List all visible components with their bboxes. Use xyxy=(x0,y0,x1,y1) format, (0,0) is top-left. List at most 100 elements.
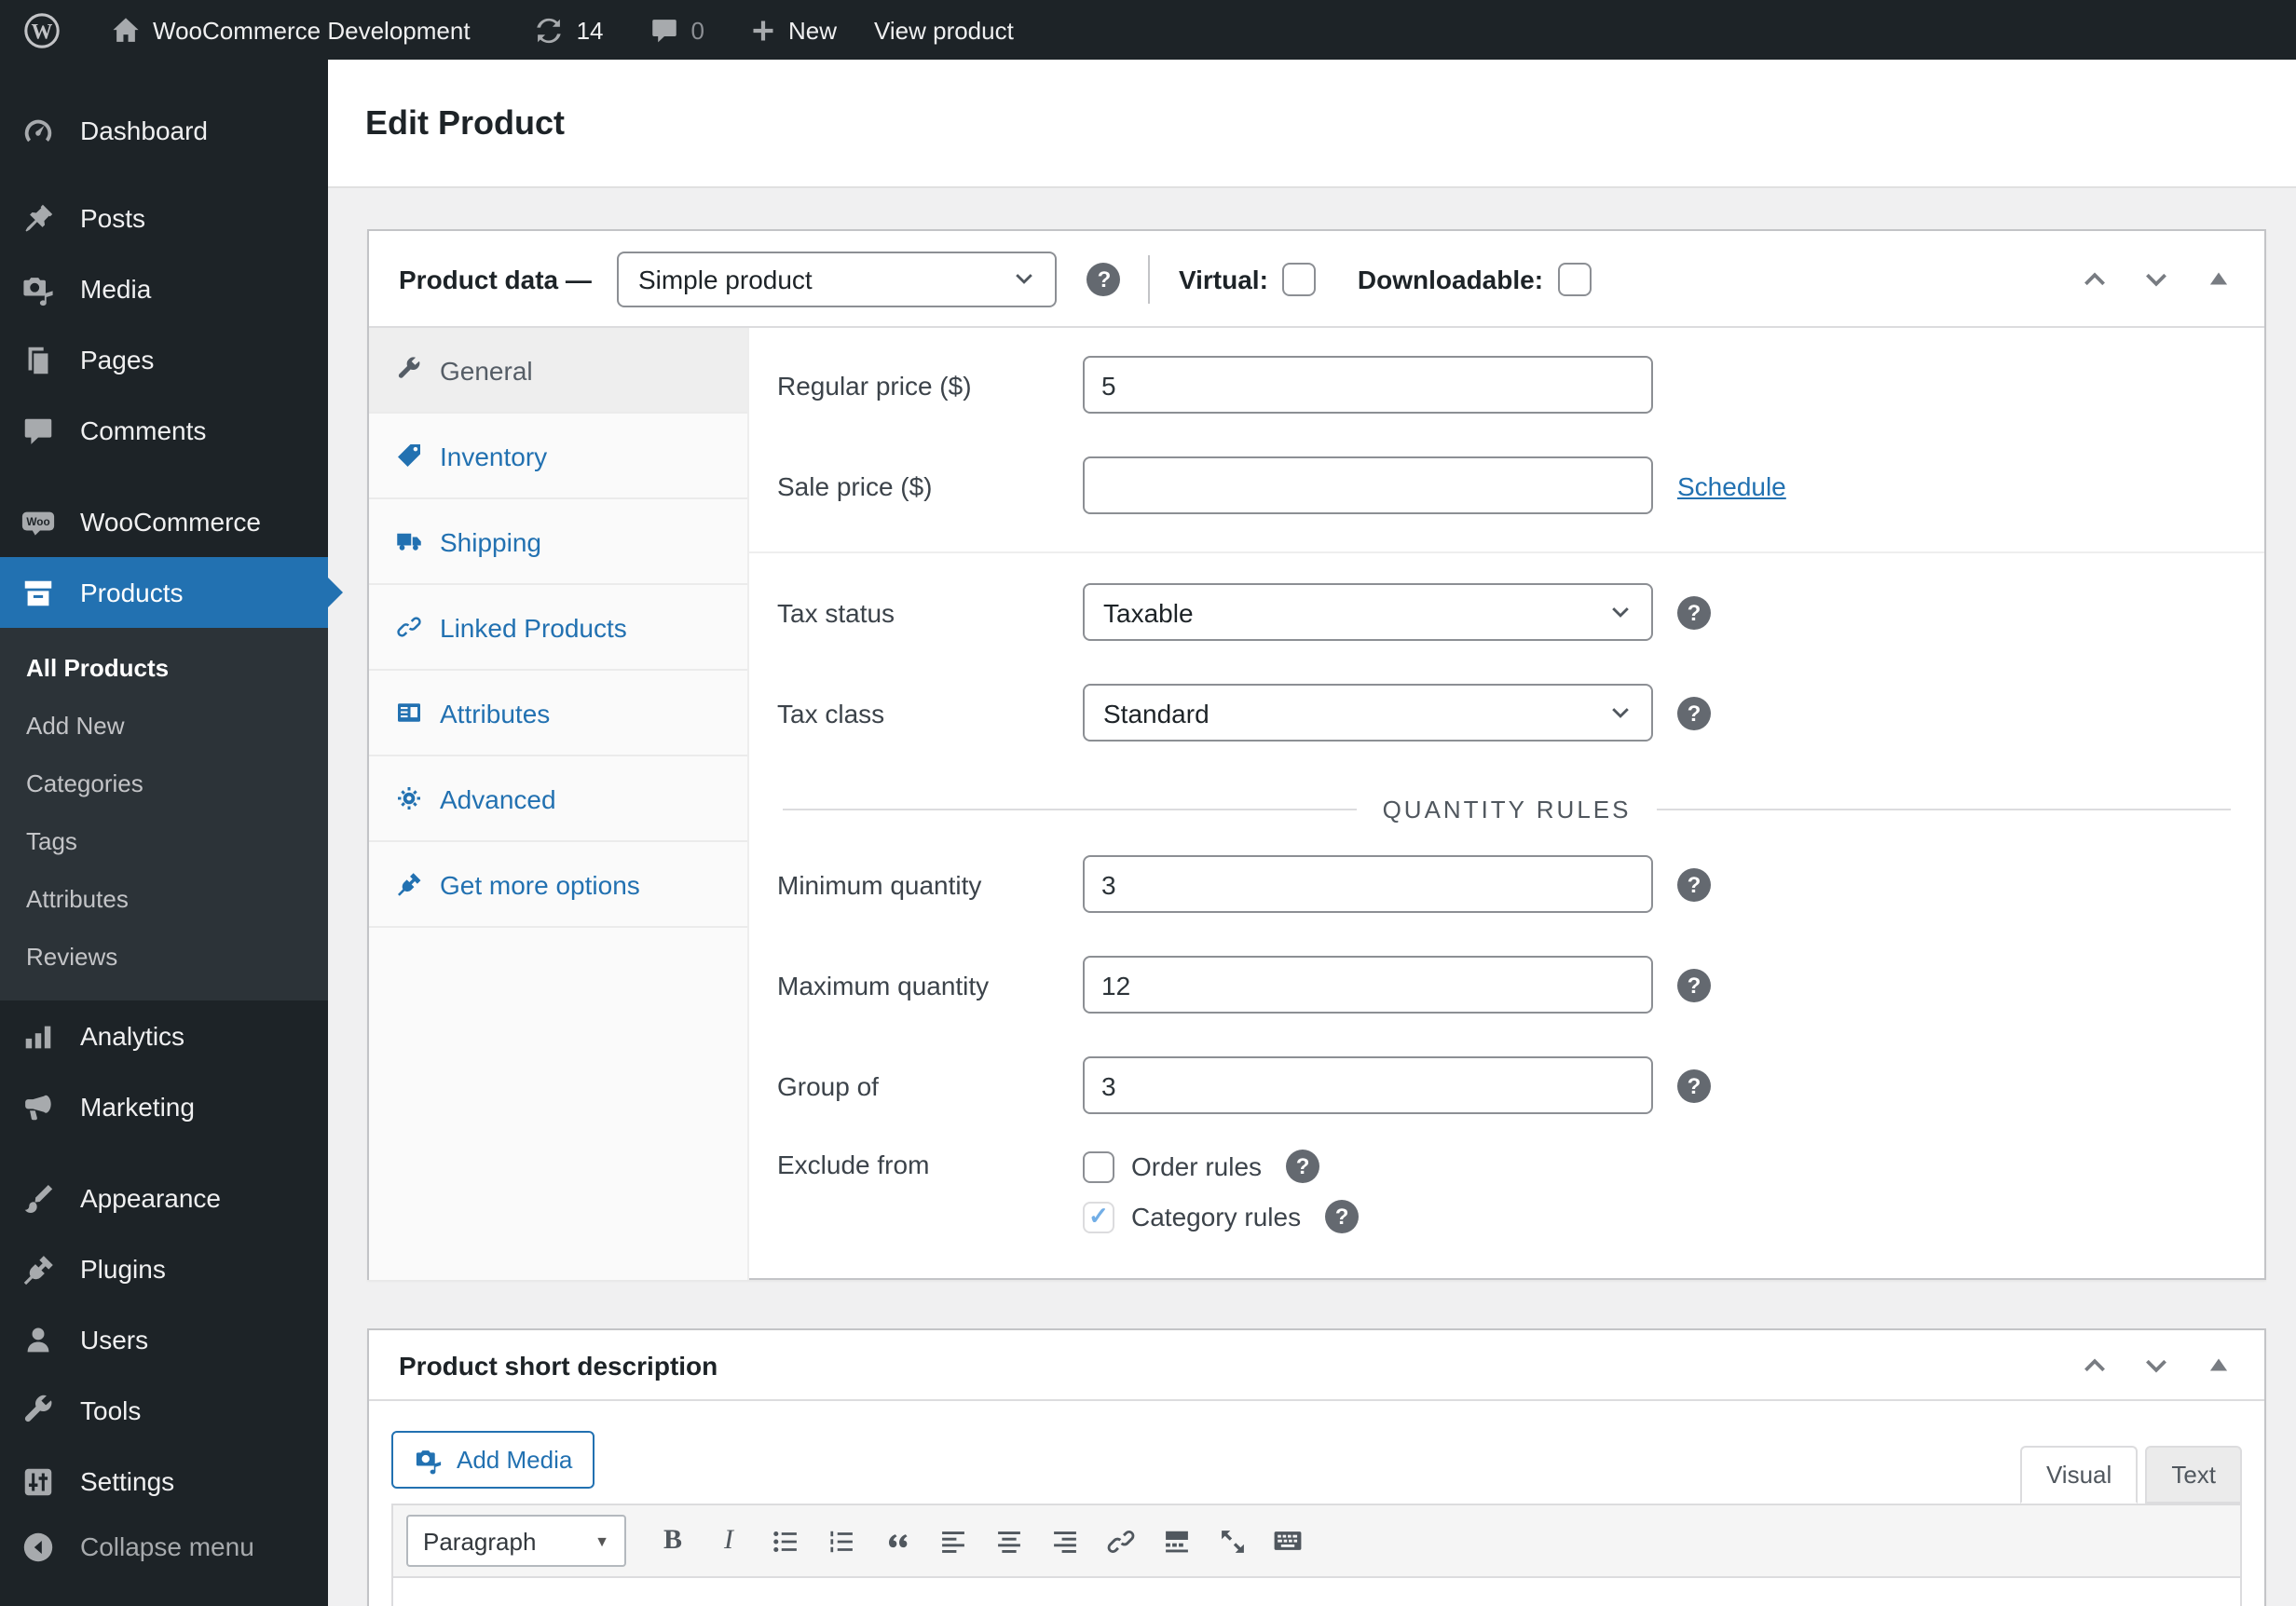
blockquote-button[interactable] xyxy=(870,1517,922,1565)
sidebar-item-posts[interactable]: Posts xyxy=(0,183,328,253)
order-rules-help-icon[interactable]: ? xyxy=(1286,1150,1319,1183)
tab-linked-products[interactable]: Linked Products xyxy=(369,585,747,671)
toggle-panel-button[interactable] xyxy=(2201,262,2234,295)
numbered-list-button[interactable] xyxy=(814,1517,867,1565)
tab-get-more-options[interactable]: Get more options xyxy=(369,842,747,928)
new-label: New xyxy=(788,16,837,44)
submenu-item-reviews[interactable]: Reviews xyxy=(0,928,328,986)
read-more-button[interactable] xyxy=(1150,1517,1202,1565)
product-type-help-icon[interactable]: ? xyxy=(1087,262,1121,295)
site-name-menu[interactable]: WooCommerce Development xyxy=(93,0,487,60)
product-type-value: Simple product xyxy=(638,264,813,293)
add-media-button[interactable]: Add Media xyxy=(391,1431,594,1489)
quantity-rules-title: QUANTITY RULES xyxy=(1383,795,1632,823)
collapse-menu-button[interactable]: Collapse menu xyxy=(0,1517,328,1576)
sale-price-row: Sale price ($) Schedule xyxy=(749,456,2264,514)
tab-shipping[interactable]: Shipping xyxy=(369,499,747,585)
submenu-item-tags[interactable]: Tags xyxy=(0,812,328,870)
panel-handle-actions xyxy=(2078,262,2234,295)
fullscreen-button[interactable] xyxy=(1206,1517,1258,1565)
product-type-select[interactable]: Simple product xyxy=(618,251,1058,306)
tax-status-value: Taxable xyxy=(1103,597,1194,627)
editor-toolbar: Paragraph ▼ B I xyxy=(393,1505,2240,1578)
group-of-input[interactable] xyxy=(1083,1056,1653,1114)
tab-general[interactable]: General xyxy=(369,328,747,414)
woocommerce-icon: Woo xyxy=(20,504,56,539)
sidebar-item-marketing[interactable]: Marketing xyxy=(0,1071,328,1142)
tab-inventory[interactable]: Inventory xyxy=(369,414,747,499)
sidebar-item-appearance[interactable]: Appearance xyxy=(0,1163,328,1233)
sidebar-item-comments[interactable]: Comments xyxy=(0,395,328,466)
bold-button[interactable]: B xyxy=(647,1517,699,1565)
sidebar-item-tools[interactable]: Tools xyxy=(0,1375,328,1446)
virtual-checkbox[interactable] xyxy=(1283,262,1317,295)
paragraph-style-select[interactable]: Paragraph ▼ xyxy=(406,1515,626,1567)
align-left-button[interactable] xyxy=(926,1517,978,1565)
tab-attributes[interactable]: Attributes xyxy=(369,671,747,756)
sidebar-item-label: Products xyxy=(80,578,184,607)
wordpress-logo-menu[interactable]: W xyxy=(0,0,78,60)
category-rules-help-icon[interactable]: ? xyxy=(1325,1200,1359,1233)
schedule-link[interactable]: Schedule xyxy=(1677,470,1786,500)
product-data-tabs: General Inventory Shipping Linked Produc… xyxy=(369,328,749,1280)
maximum-quantity-help-icon[interactable]: ? xyxy=(1677,968,1711,1001)
category-rules-checkbox[interactable]: ✓ xyxy=(1083,1201,1114,1232)
product-data-body: General Inventory Shipping Linked Produc… xyxy=(369,328,2264,1280)
align-center-button[interactable] xyxy=(982,1517,1034,1565)
comments-menu[interactable]: 0 xyxy=(632,0,721,60)
tab-advanced[interactable]: Advanced xyxy=(369,756,747,842)
move-down-button[interactable] xyxy=(2139,262,2173,295)
bulleted-list-icon xyxy=(769,1525,800,1557)
tax-class-help-icon[interactable]: ? xyxy=(1677,696,1711,729)
bulleted-list-button[interactable] xyxy=(758,1517,811,1565)
product-data-header: Product data — Simple product ? Virtual:… xyxy=(369,231,2264,328)
sidebar-item-woocommerce[interactable]: Woo WooCommerce xyxy=(0,486,328,557)
view-product-menu[interactable]: View product xyxy=(857,0,1031,60)
group-of-help-icon[interactable]: ? xyxy=(1677,1068,1711,1102)
move-down-button[interactable] xyxy=(2139,1348,2173,1381)
maximum-quantity-input[interactable] xyxy=(1083,956,1653,1014)
tax-status-select[interactable]: Taxable xyxy=(1083,583,1653,641)
submenu-item-all-products[interactable]: All Products xyxy=(0,639,328,697)
updates-menu[interactable]: 14 xyxy=(517,0,621,60)
sidebar-item-products[interactable]: Products xyxy=(0,557,328,628)
regular-price-input[interactable] xyxy=(1083,356,1653,414)
site-name: WooCommerce Development xyxy=(153,16,471,44)
toolbar-toggle-button[interactable] xyxy=(1262,1517,1314,1565)
sale-price-input[interactable] xyxy=(1083,456,1653,514)
visual-tab[interactable]: Visual xyxy=(2020,1446,2138,1504)
move-up-button[interactable] xyxy=(2078,1348,2112,1381)
tax-status-label: Tax status xyxy=(777,597,1083,627)
chevron-down-icon xyxy=(1608,701,1633,725)
downloadable-checkbox-label: Downloadable: xyxy=(1358,262,1592,295)
sidebar-item-dashboard[interactable]: Dashboard xyxy=(0,95,328,166)
sidebar-item-settings[interactable]: Settings xyxy=(0,1446,328,1517)
sidebar-item-users[interactable]: Users xyxy=(0,1304,328,1375)
insert-link-button[interactable] xyxy=(1094,1517,1146,1565)
svg-text:W: W xyxy=(32,20,53,43)
dropdown-arrow-icon: ▼ xyxy=(594,1532,609,1549)
toggle-panel-button[interactable] xyxy=(2201,1348,2234,1381)
home-icon xyxy=(110,14,142,46)
sidebar-item-plugins[interactable]: Plugins xyxy=(0,1233,328,1304)
submenu-item-attributes[interactable]: Attributes xyxy=(0,870,328,928)
sidebar-item-analytics[interactable]: Analytics xyxy=(0,1000,328,1071)
minimum-quantity-help-icon[interactable]: ? xyxy=(1677,867,1711,901)
sidebar-item-media[interactable]: Media xyxy=(0,253,328,324)
move-up-button[interactable] xyxy=(2078,262,2112,295)
text-tab[interactable]: Text xyxy=(2145,1446,2242,1504)
italic-button[interactable]: I xyxy=(703,1517,755,1565)
sidebar-item-pages[interactable]: Pages xyxy=(0,324,328,395)
woocommerce-admin-screen: W WooCommerce Development 14 0 New xyxy=(0,0,2296,1606)
submenu-item-categories[interactable]: Categories xyxy=(0,755,328,812)
tax-class-label: Tax class xyxy=(777,698,1083,728)
new-content-menu[interactable]: New xyxy=(732,0,854,60)
downloadable-checkbox[interactable] xyxy=(1558,262,1592,295)
tax-status-help-icon[interactable]: ? xyxy=(1677,595,1711,629)
align-right-button[interactable] xyxy=(1038,1517,1090,1565)
editor-content-area[interactable]: This is a simple prod xyxy=(393,1578,2240,1606)
tax-class-select[interactable]: Standard xyxy=(1083,684,1653,742)
minimum-quantity-input[interactable] xyxy=(1083,855,1653,913)
submenu-item-add-new[interactable]: Add New xyxy=(0,697,328,755)
order-rules-checkbox[interactable] xyxy=(1083,1150,1114,1182)
